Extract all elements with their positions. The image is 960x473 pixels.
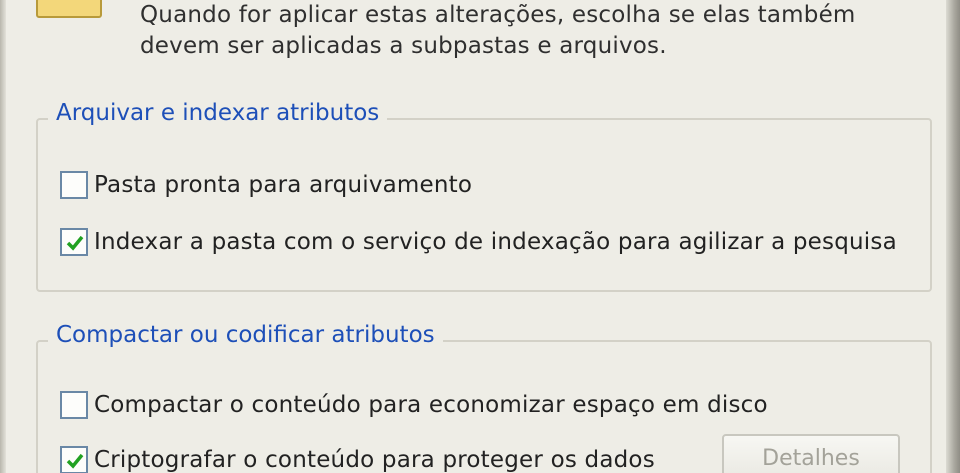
encrypt-checkbox[interactable] <box>60 446 88 473</box>
compress-checkbox[interactable] <box>60 391 88 419</box>
intro-line-2: devem ser aplicadas a subpastas e arquiv… <box>140 33 667 59</box>
window-left-border <box>0 0 6 473</box>
archive-index-group-title: Arquivar e indexar atributos <box>48 100 388 126</box>
compress-label: Compactar o conteúdo para economizar esp… <box>94 392 768 418</box>
encrypt-option[interactable]: Criptografar o conteúdo para proteger os… <box>60 446 655 473</box>
intro-line-1: Quando for aplicar estas alterações, esc… <box>140 2 856 28</box>
index-folder-checkbox[interactable] <box>60 228 88 256</box>
advanced-attributes-dialog: Quando for aplicar estas alterações, esc… <box>0 0 960 473</box>
compress-encrypt-group-title: Compactar ou codificar atributos <box>48 322 443 348</box>
compress-option[interactable]: Compactar o conteúdo para economizar esp… <box>60 391 768 419</box>
details-button[interactable]: Detalhes <box>722 434 900 473</box>
archive-ready-option[interactable]: Pasta pronta para arquivamento <box>60 171 472 199</box>
encrypt-label: Criptografar o conteúdo para proteger os… <box>94 447 655 473</box>
checkmark-icon <box>66 235 84 251</box>
archive-ready-checkbox[interactable] <box>60 171 88 199</box>
index-folder-label: Indexar a pasta com o serviço de indexaç… <box>94 229 897 255</box>
window-right-border <box>946 0 960 473</box>
intro-text: Quando for aplicar estas alterações, esc… <box>140 0 856 62</box>
checkmark-icon <box>66 453 84 469</box>
index-folder-option[interactable]: Indexar a pasta com o serviço de indexaç… <box>60 228 897 256</box>
archive-index-group <box>36 118 932 292</box>
folder-icon <box>36 0 102 18</box>
archive-ready-label: Pasta pronta para arquivamento <box>94 172 473 198</box>
